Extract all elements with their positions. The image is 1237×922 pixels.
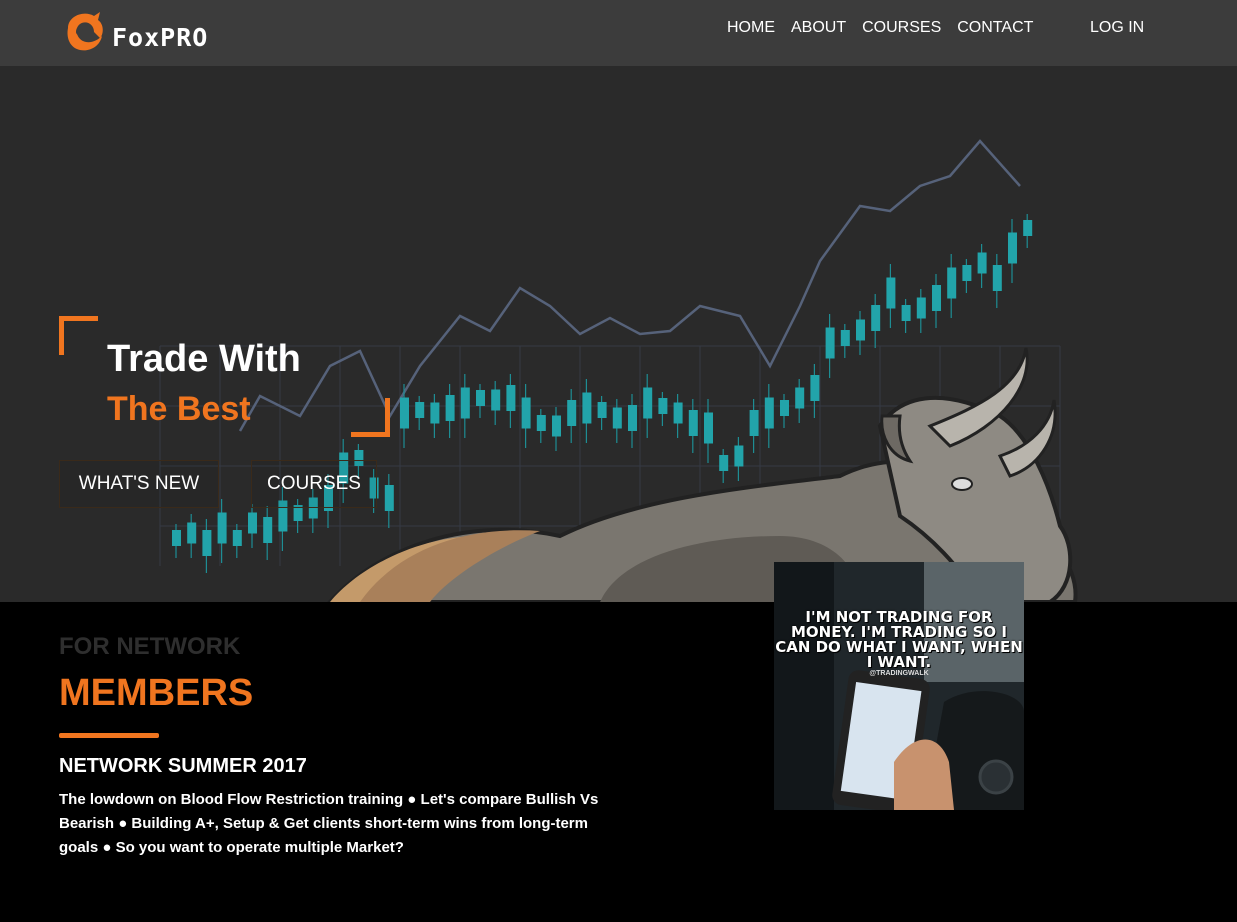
candle-body [901,305,911,321]
candle-body [491,389,501,411]
candle-body [506,385,516,411]
candle-body [780,400,789,416]
candle-body [688,410,698,436]
candle-body [932,285,941,311]
candle-body [1023,220,1033,236]
fox-logo-icon [67,12,103,51]
candle-body [232,530,242,546]
candle-body [886,277,896,309]
nav-courses[interactable]: COURSES [862,19,941,37]
candle-body [658,398,668,414]
nav-links: HOME ABOUT COURSES CONTACT [727,19,1049,37]
candle-body [476,390,485,406]
bracket-top-left [59,316,98,355]
candle-body [597,402,607,418]
photo-quote-text: I'M NOT TRADING FOR MONEY. I'M TRADING S… [775,608,1023,671]
candle-body [384,485,394,511]
candle-body [810,375,820,401]
candle-body [217,512,227,544]
car-phone-photo [774,562,1024,810]
members-section: FOR NETWORK MEMBERS NETWORK SUMMER 2017 … [0,602,1237,922]
candle-body [856,319,865,341]
candle-body [840,330,850,346]
candle-body [582,392,592,424]
photo-tag-text: @TRADINGWALK [869,670,929,677]
candle-body [673,402,683,424]
section-body-text: The lowdown on Blood Flow Restriction tr… [59,791,599,856]
hero-subtitle: The Best [107,390,251,428]
candle-body [704,412,713,444]
nav-contact[interactable]: CONTACT [957,19,1033,37]
courses-button[interactable]: COURSES [251,460,377,508]
candle-body [612,407,622,429]
candle-body [172,530,181,546]
nav-about[interactable]: ABOUT [791,19,846,37]
candle-body [430,402,440,424]
candle-body [567,400,577,426]
candle-body [263,517,273,543]
candle-body [445,395,455,421]
candle-body [552,415,561,437]
candle-body [992,265,1002,291]
candle-body [521,397,531,429]
top-navbar: FoxPRO HOME ABOUT COURSES CONTACT LOG IN [0,0,1237,66]
brand-logo[interactable]: FoxPRO [60,6,208,58]
trading-quote-image[interactable]: I'M NOT TRADING FOR MONEY. I'M TRADING S… [774,562,1024,810]
candle-body [962,265,972,281]
hero-banner: Trade With The Best WHAT'S NEW COURSES [0,66,1237,602]
candle-body [400,397,409,429]
candle-body [536,415,546,431]
hero-title: Trade With [107,338,301,380]
candle-body [916,297,926,319]
candle-body [825,327,835,359]
candle-body [248,512,257,534]
candle-body [719,455,729,471]
candle-body [460,387,470,419]
whats-new-button[interactable]: WHAT'S NEW [59,460,219,508]
candle-body [734,445,744,467]
candle-body [187,522,197,544]
candle-body [749,410,759,436]
section-divider [59,733,159,738]
candle-body [795,387,805,409]
section-heading: NETWORK SUMMER 2017 [59,755,307,777]
nav-home[interactable]: HOME [727,19,775,37]
candle-body [871,305,881,331]
candle-body [947,267,957,299]
candle-body [628,405,637,431]
hero-background-image [159,139,1078,602]
candle-body [764,397,774,429]
login-link[interactable]: LOG IN [1090,19,1144,37]
candle-body [1008,232,1017,264]
section-pretitle: FOR NETWORK [59,633,241,660]
section-title: MEMBERS [59,672,254,714]
candle-body [415,402,425,418]
candle-body [977,252,987,274]
bracket-bottom-right [351,398,390,437]
candle-body [202,530,212,556]
candle-body [643,387,653,419]
brand-name: FoxPRO [112,22,209,52]
